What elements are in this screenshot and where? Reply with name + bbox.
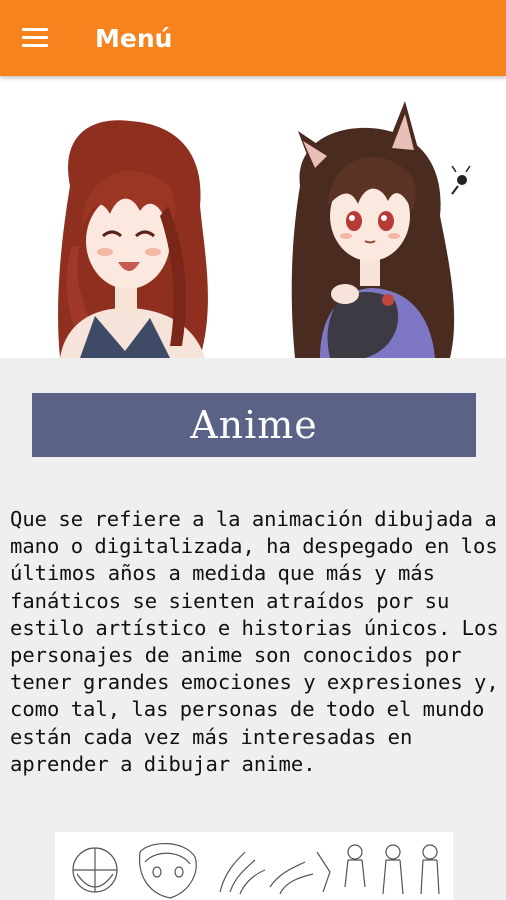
app-bar-title: Menú <box>95 24 173 53</box>
sketch-drawing <box>72 842 440 899</box>
anime-girls-illustration <box>58 101 471 358</box>
anime-girl-right <box>291 101 471 358</box>
section-title-banner: Anime <box>32 393 476 457</box>
anime-sketch-illustration <box>55 832 453 900</box>
hero-illustration <box>0 76 506 358</box>
anime-girl-left <box>58 120 208 358</box>
app-screen: Menú Anime Que se refiere a la animación… <box>0 0 506 900</box>
top-app-bar: Menú <box>0 0 506 76</box>
section-title: Anime <box>190 403 318 447</box>
description-paragraph: Que se refiere a la animación dibujada a… <box>10 507 499 776</box>
hamburger-menu-icon[interactable] <box>22 28 48 48</box>
